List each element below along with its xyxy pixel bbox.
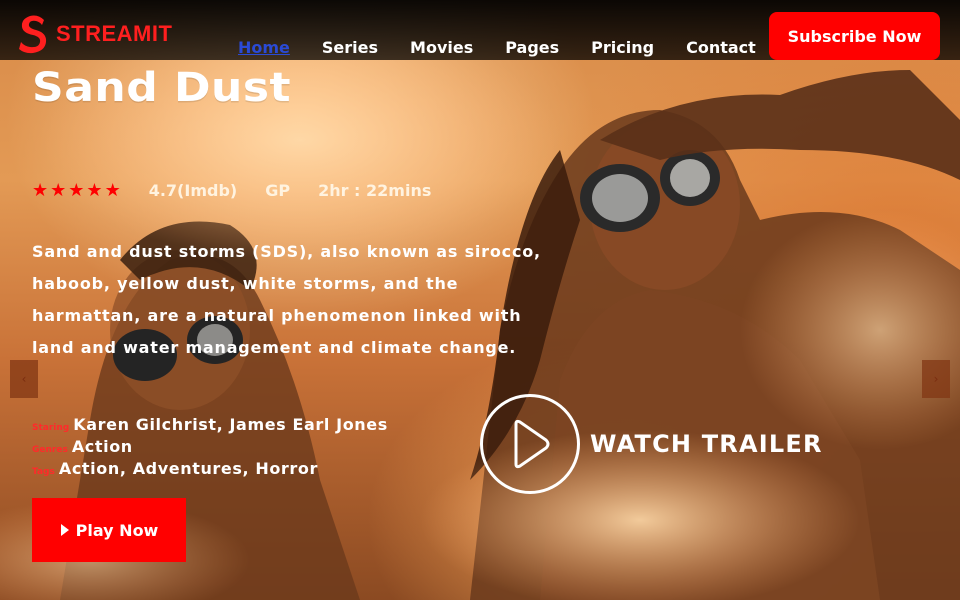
star-icon: ★ — [68, 180, 85, 201]
rating-stars: ★ ★ ★ ★ ★ — [32, 180, 121, 201]
tags-row: Tags Action, Adventures, Horror — [32, 459, 388, 481]
logo-text: STREAMIT — [56, 21, 173, 46]
top-nav-bar: STREAMIT Home Series Movies Pages Pricin… — [0, 0, 960, 60]
nav-pages[interactable]: Pages — [505, 38, 559, 57]
tags-label: Tags — [32, 467, 55, 477]
play-icon — [60, 524, 69, 536]
watch-trailer-label: WATCH TRAILER — [590, 430, 823, 458]
chevron-right-icon: › — [933, 372, 939, 386]
movie-info: Staring Karen Gilchrist, James Earl Jone… — [32, 415, 388, 481]
nav-contact[interactable]: Contact — [686, 38, 756, 57]
movie-meta: ★ ★ ★ ★ ★ 4.7(Imdb) GP 2hr : 22mins — [32, 180, 431, 201]
staring-value: Karen Gilchrist, James Earl Jones — [73, 415, 388, 434]
nav-movies[interactable]: Movies — [410, 38, 473, 57]
logo[interactable]: STREAMIT — [18, 14, 172, 54]
genres-row: Genres Action — [32, 437, 388, 459]
carousel-prev-button[interactable]: ‹ — [10, 360, 38, 398]
star-icon: ★ — [86, 180, 103, 201]
carousel-next-button[interactable]: › — [922, 360, 950, 398]
genres-label: Genres — [32, 445, 68, 455]
nav-series[interactable]: Series — [322, 38, 378, 57]
staring-row: Staring Karen Gilchrist, James Earl Jone… — [32, 415, 388, 437]
play-now-label: Play Now — [75, 520, 159, 540]
chevron-left-icon: ‹ — [21, 372, 27, 386]
main-nav: Home Series Movies Pages Pricing Contact — [238, 38, 756, 57]
nav-pricing[interactable]: Pricing — [591, 38, 654, 57]
play-now-button[interactable]: Play Now — [32, 498, 186, 562]
star-icon: ★ — [50, 180, 67, 201]
duration: 2hr : 22mins — [318, 181, 432, 200]
star-icon: ★ — [32, 180, 49, 201]
genres-value: Action — [71, 437, 133, 456]
tags-value: Action, Adventures, Horror — [58, 459, 318, 478]
logo-s-icon — [19, 15, 47, 54]
movie-description: Sand and dust storms (SDS), also known a… — [32, 242, 541, 357]
nav-home[interactable]: Home — [238, 38, 290, 57]
subscribe-button[interactable]: Subscribe Now — [769, 12, 940, 60]
certificate: GP — [265, 181, 291, 200]
staring-label: Staring — [32, 423, 70, 433]
watch-trailer-button[interactable]: WATCH TRAILER — [480, 394, 823, 494]
rating-value: 4.7(Imdb) — [148, 181, 238, 200]
star-icon: ★ — [104, 180, 121, 201]
play-circle-icon — [480, 394, 580, 494]
movie-title: Sand Dust — [32, 64, 292, 111]
